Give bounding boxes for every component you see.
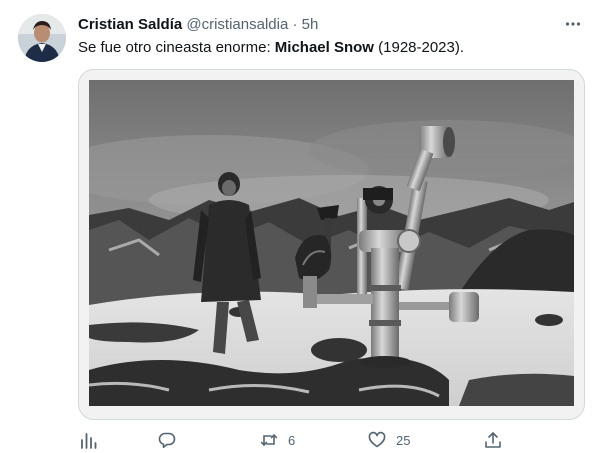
like-button[interactable]: 25 <box>368 428 410 452</box>
retweet-count: 6 <box>288 432 296 448</box>
share-icon <box>485 432 501 448</box>
action-bar: 6 25 <box>78 428 583 452</box>
tweet-text-name: Michael Snow <box>274 39 374 56</box>
author-name[interactable]: Cristian Saldía <box>78 16 182 33</box>
reply-button[interactable] <box>158 428 176 452</box>
more-options-button[interactable] <box>561 12 585 36</box>
tweet-card[interactable]: Cristian Saldía @cristiansaldia · 5h Se … <box>0 0 605 453</box>
tweet-text: Se fue otro cineasta enorme: Michael Sno… <box>78 38 464 58</box>
author-handle[interactable]: @cristiansaldia <box>186 16 288 33</box>
tweet-header: Cristian Saldía @cristiansaldia · 5h <box>78 15 318 35</box>
reply-icon <box>158 432 176 448</box>
separator-dot: · <box>292 16 298 33</box>
timestamp[interactable]: 5h <box>302 16 319 33</box>
heart-icon <box>368 431 386 448</box>
media-card[interactable] <box>78 69 585 420</box>
tweet-photo[interactable] <box>89 80 574 406</box>
tweet-text-end: (1928-2023). <box>373 39 465 56</box>
analytics-button[interactable] <box>80 428 98 452</box>
retweet-icon <box>260 434 278 446</box>
bar-chart-icon <box>81 433 97 449</box>
like-count: 25 <box>396 432 411 448</box>
share-button[interactable] <box>484 428 502 452</box>
more-dots-icon <box>565 22 581 26</box>
avatar-photo <box>18 14 66 62</box>
tweet-text-start: Se fue otro cineasta enorme: <box>78 39 275 56</box>
retweet-button[interactable]: 6 <box>260 428 295 452</box>
avatar[interactable] <box>18 14 66 62</box>
